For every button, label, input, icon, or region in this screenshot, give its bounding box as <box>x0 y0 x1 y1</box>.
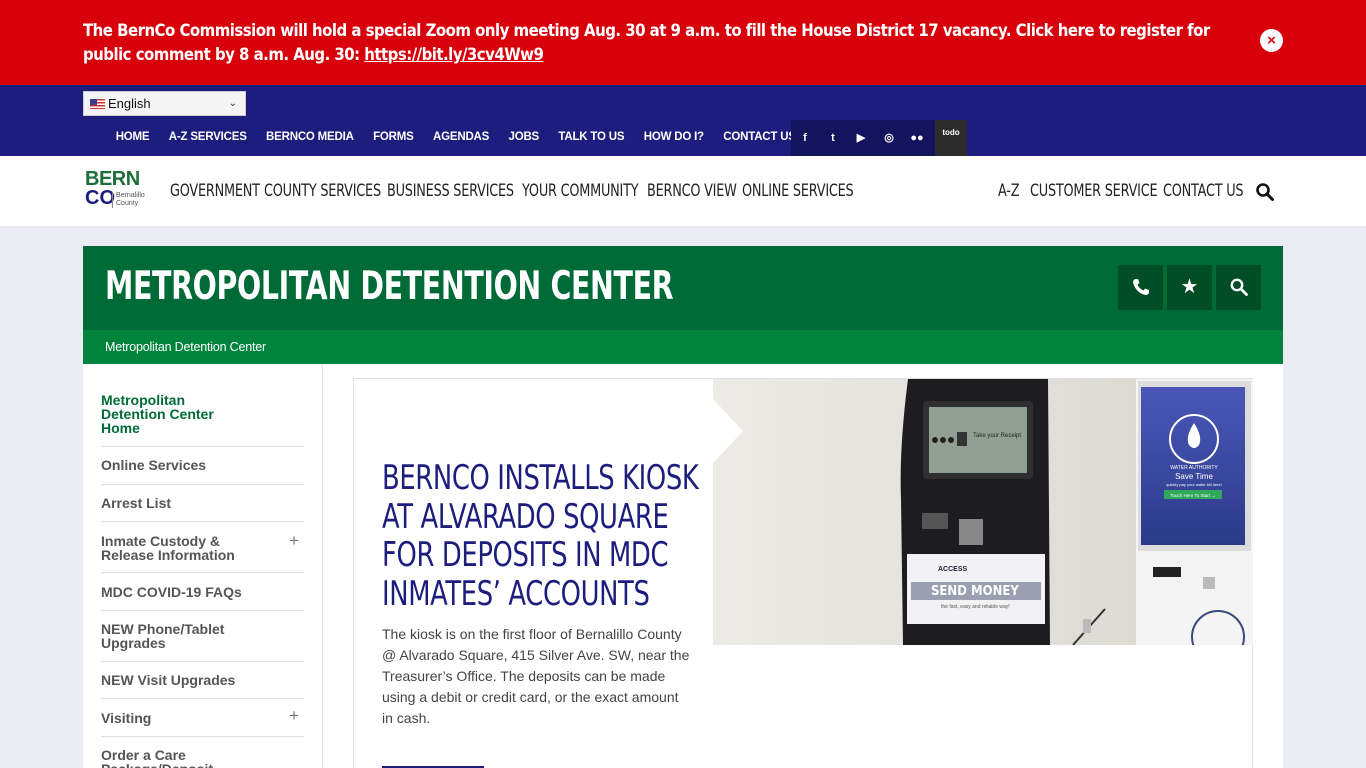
water-save-sub: quickly pay your water bill here! <box>1166 482 1222 487</box>
todo-icon[interactable]: todo <box>935 120 967 156</box>
sidebar-item-visiting[interactable]: Visiting + <box>101 699 304 737</box>
sidebar: Metropolitan Detention Center Home Onlin… <box>83 364 323 768</box>
sidebar-item-covid-faqs[interactable]: MDC COVID-19 FAQs <box>101 573 304 611</box>
kiosk-screen-text: Take your Receipt <box>973 433 1021 439</box>
alert-text[interactable]: The BernCo Commission will hold a specia… <box>83 19 1227 67</box>
search-icon <box>1230 278 1248 296</box>
language-selected: English <box>108 96 151 111</box>
breadcrumb: Metropolitan Detention Center <box>83 330 1283 364</box>
search-icon[interactable] <box>1256 183 1274 201</box>
alert-message: The BernCo Commission will hold a specia… <box>83 21 1210 65</box>
feature-body: The kiosk is on the first floor of Berna… <box>382 626 690 726</box>
nav-contact-us[interactable]: CONTACT US <box>1163 181 1244 200</box>
expand-icon[interactable]: + <box>289 532 299 549</box>
topnav-talk-to-us[interactable]: TALK TO US <box>549 131 634 143</box>
utility-bar: English ⌄ HOME A-Z SERVICES BERNCO MEDIA… <box>0 85 1366 156</box>
instagram-icon[interactable]: ◎ <box>875 120 903 156</box>
sidebar-item-label: Order a Care Package/Deposit <box>101 747 213 768</box>
image-notch <box>713 399 743 463</box>
expand-icon[interactable]: + <box>289 707 299 724</box>
dept-search-button[interactable] <box>1216 265 1261 310</box>
department-header: METROPOLITAN DETENTION CENTER ★ <box>83 246 1283 330</box>
logo-line2: CO <box>85 187 115 209</box>
sidebar-item-mdc-home[interactable]: Metropolitan Detention Center Home <box>101 393 304 447</box>
logo-county: Bernalillo County <box>112 192 145 208</box>
water-touch-button: Touch Here To Start → <box>1170 493 1215 498</box>
topnav-how-do-i[interactable]: HOW DO I? <box>634 131 714 143</box>
water-save-time: Save Time <box>1175 472 1213 481</box>
nav-business-services[interactable]: BUSINESS SERVICES <box>387 181 514 200</box>
social-links: f t ▶ ◎ ●● todo <box>791 120 967 156</box>
main-nav: BERN CO Bernalillo County GOVERNMENT COUN… <box>0 156 1366 226</box>
feature-card[interactable]: BERNCO INSTALLS KIOSK AT ALVARADO SQUARE… <box>353 378 1253 768</box>
sidebar-item-arrest-list[interactable]: Arrest List <box>101 485 304 522</box>
sidebar-item-inmate-custody[interactable]: Inmate Custody & Release Information + <box>101 522 304 573</box>
feature-title[interactable]: BERNCO INSTALLS KIOSK AT ALVARADO SQUARE… <box>382 459 709 613</box>
water-logo-text: WATER AUTHORITY <box>1170 465 1218 471</box>
sidebar-item-label: NEW Phone/Tablet Upgrades <box>101 621 225 651</box>
kiosk-sign: SEND MONEY <box>931 584 1019 599</box>
top-nav: HOME A-Z SERVICES BERNCO MEDIA FORMS AGE… <box>106 131 805 143</box>
breadcrumb-item[interactable]: Metropolitan Detention Center <box>105 340 266 354</box>
kiosk-photo: Take your Receipt ACCESS SEND MONEY the … <box>713 379 1253 645</box>
bernco-logo[interactable]: BERN CO Bernalillo County <box>85 169 157 209</box>
twitter-icon[interactable]: t <box>819 120 847 156</box>
page-title: METROPOLITAN DETENTION CENTER <box>105 264 674 309</box>
nav-a-z[interactable]: A-Z <box>998 181 1020 200</box>
star-icon: ★ <box>1180 276 1199 298</box>
content-area: Metropolitan Detention Center Home Onlin… <box>83 364 1283 768</box>
nav-bernco-view[interactable]: BERNCO VIEW <box>647 181 737 200</box>
topnav-agendas[interactable]: AGENDAS <box>423 131 498 143</box>
youtube-icon[interactable]: ▶ <box>847 120 875 156</box>
logo-line1: BERN <box>85 168 140 190</box>
us-flag-icon <box>90 99 105 109</box>
nav-government[interactable]: GOVERNMENT <box>170 181 260 200</box>
language-select[interactable]: English ⌄ <box>83 91 246 116</box>
sidebar-item-label: Metropolitan Detention Center Home <box>101 392 214 436</box>
topnav-forms[interactable]: FORMS <box>363 131 423 143</box>
logo-sub1: Bernalillo <box>116 192 145 199</box>
favorite-button[interactable]: ★ <box>1167 265 1212 310</box>
nav-online-services[interactable]: ONLINE SERVICES <box>742 181 854 200</box>
logo-sub2: County <box>116 200 139 207</box>
topnav-jobs[interactable]: JOBS <box>499 131 549 143</box>
facebook-icon[interactable]: f <box>791 120 819 156</box>
topnav-bernco-media[interactable]: BERNCO MEDIA <box>256 131 363 143</box>
sidebar-item-online-services[interactable]: Online Services <box>101 447 304 485</box>
kiosk-sign-sub: the fast, easy and reliable way! <box>941 604 1010 610</box>
kiosk-brand: ACCESS <box>938 566 968 573</box>
flickr-icon[interactable]: ●● <box>903 120 931 156</box>
nav-customer-service[interactable]: CUSTOMER SERVICE <box>1030 181 1158 200</box>
chevron-down-icon: ⌄ <box>228 98 237 109</box>
sidebar-item-label: Arrest List <box>101 495 172 511</box>
close-icon[interactable]: × <box>1260 29 1283 52</box>
feature-image[interactable]: Take your Receipt ACCESS SEND MONEY the … <box>713 379 1253 645</box>
nav-your-community[interactable]: YOUR COMMUNITY <box>522 181 639 200</box>
phone-button[interactable] <box>1118 265 1163 310</box>
topnav-home[interactable]: HOME <box>106 131 159 143</box>
topnav-az-services[interactable]: A-Z SERVICES <box>159 131 256 143</box>
phone-icon <box>1132 279 1149 295</box>
sidebar-item-phone-tablet[interactable]: NEW Phone/Tablet Upgrades <box>101 611 304 662</box>
nav-county-services[interactable]: COUNTY SERVICES <box>264 181 381 200</box>
sidebar-item-label: MDC COVID-19 FAQs <box>101 584 242 600</box>
sidebar-item-label: Visiting <box>101 710 152 726</box>
alert-banner: The BernCo Commission will hold a specia… <box>0 0 1366 85</box>
sidebar-item-label: Inmate Custody & Release Information <box>101 533 235 563</box>
sidebar-item-visit-upgrades[interactable]: NEW Visit Upgrades <box>101 662 304 699</box>
alert-link[interactable]: https://bit.ly/3cv4Ww9 <box>364 45 544 65</box>
sidebar-item-label: Online Services <box>101 457 207 473</box>
sidebar-item-label: NEW Visit Upgrades <box>101 672 236 688</box>
sidebar-item-care-package[interactable]: Order a Care Package/Deposit <box>101 737 304 768</box>
